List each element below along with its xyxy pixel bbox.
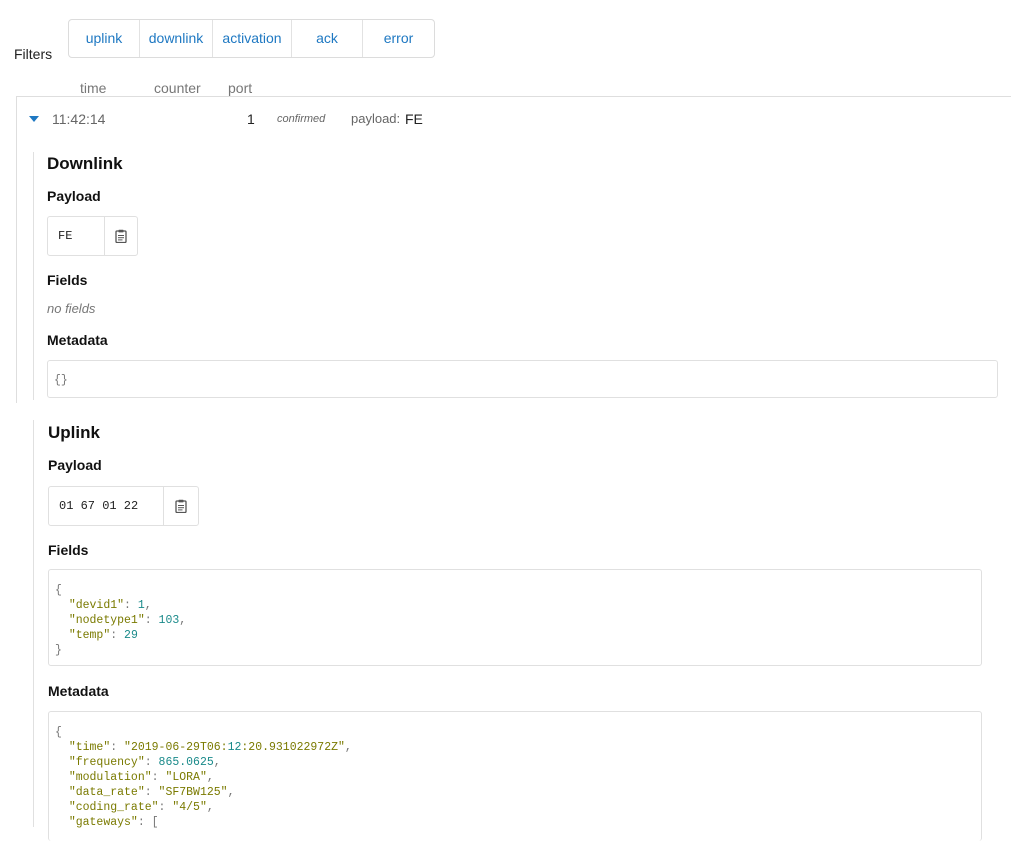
uplink-payload-box: 01 67 01 22 — [48, 486, 199, 526]
uplink-payload-heading: Payload — [48, 457, 102, 473]
uplink-fields-heading: Fields — [48, 542, 89, 558]
copy-downlink-payload-button[interactable] — [104, 217, 137, 255]
row-payload-label: payload: — [351, 111, 401, 126]
row-time: 11:42:14 — [52, 111, 106, 127]
clipboard-icon — [115, 229, 127, 243]
downlink-metadata-heading: Metadata — [47, 332, 108, 348]
downlink-fields-heading: Fields — [47, 272, 88, 288]
row-payload-value: FE — [405, 111, 423, 127]
downlink-title: Downlink — [47, 154, 123, 173]
downlink-metadata-code: {} — [54, 374, 68, 387]
downlink-no-fields-text: no fields — [47, 301, 96, 316]
downlink-payload-box: FE — [47, 216, 138, 256]
filter-error-button[interactable]: error — [363, 20, 434, 57]
filter-downlink-button[interactable]: downlink — [140, 20, 213, 57]
filter-ack-button[interactable]: ack — [292, 20, 363, 57]
filter-button-group: uplink downlink activation ack error — [68, 19, 435, 58]
filter-uplink-button[interactable]: uplink — [69, 20, 140, 57]
uplink-metadata-heading: Metadata — [48, 683, 109, 699]
uplink-metadata-box: { "time": "2019-06-29T06:12:20.931022972… — [48, 711, 982, 841]
downlink-payload-value: FE — [58, 229, 73, 243]
column-header-time: time — [80, 80, 107, 96]
uplink-fields-code: { "devid1": 1, "nodetype1": 103, "temp":… — [55, 584, 187, 657]
row-port: 1 — [247, 111, 255, 127]
downlink-metadata-box: {} — [47, 360, 998, 398]
uplink-metadata-code: { "time": "2019-06-29T06:12:20.931022972… — [55, 726, 352, 829]
filters-label: Filters — [14, 46, 53, 62]
uplink-payload-value: 01 67 01 22 — [59, 499, 139, 513]
column-header-counter: counter — [154, 80, 201, 96]
downlink-section-border — [33, 152, 34, 400]
clipboard-icon — [175, 499, 187, 513]
message-row-expanded — [16, 96, 1011, 403]
row-confirmed-label: confirmed — [277, 113, 326, 125]
uplink-title: Uplink — [48, 423, 100, 442]
column-header-port: port — [228, 80, 253, 96]
uplink-fields-box: { "devid1": 1, "nodetype1": 103, "temp":… — [48, 569, 982, 666]
caret-down-icon[interactable] — [29, 116, 39, 122]
copy-uplink-payload-button[interactable] — [163, 487, 198, 525]
uplink-section-border — [33, 420, 34, 827]
filter-activation-button[interactable]: activation — [213, 20, 292, 57]
downlink-payload-heading: Payload — [47, 188, 101, 204]
